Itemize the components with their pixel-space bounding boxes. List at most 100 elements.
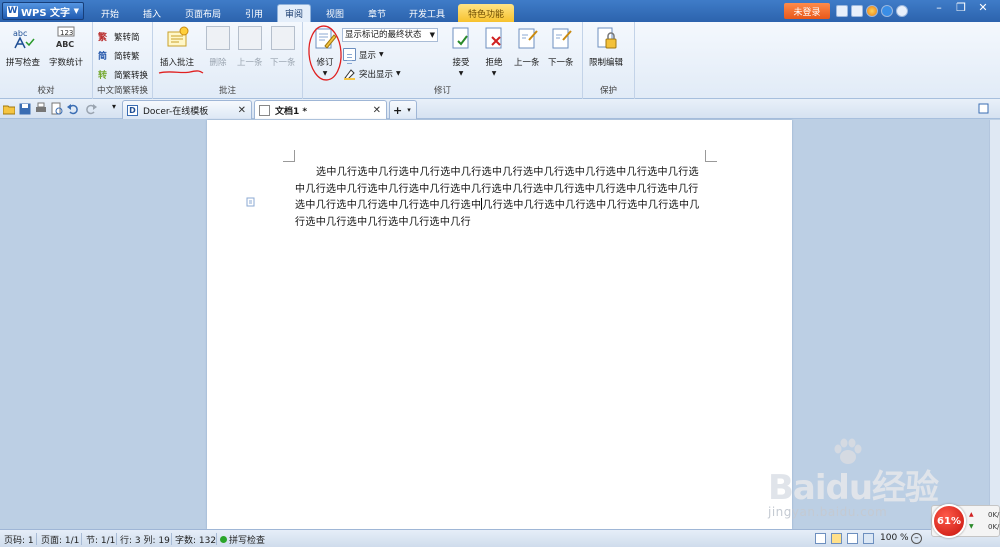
tab-review[interactable]: 审阅 <box>277 4 311 22</box>
tab-start[interactable]: 开始 <box>92 4 128 22</box>
reject-button[interactable]: 拒绝 ▼ <box>482 26 506 77</box>
delete-comment-button[interactable]: 删除 <box>206 26 230 68</box>
restrict-edit-button[interactable]: 限制编辑 <box>589 26 623 68</box>
tab-insert[interactable]: 插入 <box>134 4 170 22</box>
restore-pane-icon[interactable] <box>978 102 990 115</box>
lock-icon <box>594 26 618 50</box>
status-bar: 页码: 1 页面: 1/1 节: 1/1 行: 3 列: 19 字数: 132 … <box>0 529 1000 547</box>
show-markup-icon <box>343 48 356 61</box>
chevron-down-icon: ▼ <box>396 70 401 77</box>
group-label-protect: 保护 <box>599 86 617 96</box>
help-icon[interactable] <box>896 5 908 17</box>
save-icon[interactable] <box>19 102 31 115</box>
spell-check-status[interactable]: 拼写检查 <box>220 533 265 546</box>
convert-icon: 简 <box>98 49 111 62</box>
show-markup-button[interactable]: 显示 ▼ <box>343 48 384 61</box>
arrow-up-icon: ▲ <box>969 511 974 518</box>
document-icon <box>259 104 270 116</box>
restrict-edit-label: 限制编辑 <box>589 58 624 68</box>
restore-button[interactable]: ❐ <box>952 1 970 16</box>
paragraph-marker-icon[interactable] <box>246 197 256 207</box>
tab-page-layout[interactable]: 页面布局 <box>178 4 228 22</box>
previous-comment-button[interactable]: 上一条 <box>237 26 263 68</box>
feedback-icon[interactable] <box>851 5 863 17</box>
display-mode-select[interactable]: 显示标记的最终状态 ▼ <box>342 28 438 42</box>
next-change-button[interactable]: 下一条 <box>548 26 574 68</box>
previous-change-icon <box>515 26 539 50</box>
spell-check-status-label: 拼写检查 <box>229 536 266 546</box>
word-count-button[interactable]: 123 ABC 字数统计 <box>49 26 83 68</box>
zoom-level[interactable]: 100 % <box>880 533 909 543</box>
view-page-icon[interactable] <box>831 533 842 544</box>
vertical-scrollbar[interactable] <box>989 120 1000 529</box>
tab-developer[interactable]: 开发工具 <box>402 4 452 22</box>
margin-corner-mark <box>705 150 717 162</box>
arrow-down-icon: ▼ <box>969 523 974 530</box>
undo-icon[interactable] <box>67 102 79 115</box>
view-web-icon[interactable] <box>863 533 874 544</box>
print-preview-icon[interactable] <box>51 102 63 115</box>
highlight-label: 突出显示 <box>359 69 394 80</box>
customize-toolbar-icon[interactable]: ▾ <box>108 102 120 115</box>
browser-icon[interactable] <box>866 5 878 17</box>
tab-special-features[interactable]: 特色功能 <box>458 4 514 22</box>
next-comment-label: 下一条 <box>270 58 296 68</box>
tab-references[interactable]: 引用 <box>236 4 272 22</box>
watermark-title: Baidu经验 <box>768 468 939 508</box>
status-section: 节: 1/1 <box>86 536 116 546</box>
status-separator <box>216 533 217 545</box>
status-row-col: 行: 3 列: 19 <box>120 536 170 546</box>
minimize-button[interactable]: – <box>930 1 948 16</box>
insert-comment-button[interactable]: 插入批注 <box>160 26 194 68</box>
accept-button[interactable]: 接受 ▼ <box>449 26 473 77</box>
chevron-down-icon: ▼ <box>429 31 435 39</box>
view-fullscreen-icon[interactable] <box>815 533 826 544</box>
to-traditional-button[interactable]: 简 简转繁 <box>98 49 140 62</box>
group-tracking: 修订 ▼ 显示标记的最终状态 ▼ 显示 ▼ 突出显示 ▼ 接受 ▼ 拒绝 ▼ 上… <box>303 22 583 99</box>
svg-text:简: 简 <box>98 50 107 62</box>
new-tab-button[interactable]: + ▾ <box>389 100 417 119</box>
document-body-text[interactable]: 选中几行选中几行选中几行选中几行选中几行选中几行选中几行选中几行选中几行选中几行… <box>295 165 707 231</box>
close-icon[interactable]: ✕ <box>238 105 246 116</box>
doc-tab-document1[interactable]: 文档1 * ✕ <box>254 100 387 119</box>
open-folder-icon[interactable] <box>2 102 16 115</box>
network-usage-badge[interactable]: 61% <box>932 504 966 538</box>
status-pages: 页面: 1/1 <box>41 536 80 546</box>
login-button[interactable]: 未登录 <box>784 3 830 19</box>
word-count-icon: 123 ABC <box>54 26 78 50</box>
arrow-left-icon <box>237 26 262 50</box>
group-chinese-convert: 繁 繁转简 简 简转繁 转 简繁转换 中文简繁转换 <box>93 22 153 99</box>
document-tab-bar: ▾ D Docer-在线模板 ✕ 文档1 * ✕ + ▾ <box>0 99 1000 119</box>
spell-check-label: 拼写检查 <box>6 58 41 68</box>
doc-tab-docer[interactable]: D Docer-在线模板 ✕ <box>122 100 252 119</box>
wps-logo-icon: W <box>7 5 18 17</box>
watermark-url: jingyan.baidu.com <box>768 505 888 519</box>
group-label-comments: 批注 <box>218 86 236 96</box>
convert-button[interactable]: 转 简繁转换 <box>98 68 148 81</box>
baidu-watermark: Baidu经验 jingyan.baidu.com <box>768 438 948 528</box>
app-menu-button[interactable]: W WPS 文字 ▼ <box>2 2 84 20</box>
view-outline-icon[interactable] <box>847 533 858 544</box>
ribbon-review: abc 拼写检查 123 ABC 字数统计 校对 繁 繁转简 简 简转繁 转 简繁… <box>0 22 1000 99</box>
next-comment-button[interactable]: 下一条 <box>270 26 296 68</box>
close-window-button[interactable]: ✕ <box>974 1 992 16</box>
tab-view[interactable]: 视图 <box>317 4 353 22</box>
chevron-down-icon: ▼ <box>379 51 384 58</box>
sync-icon[interactable] <box>881 5 893 17</box>
previous-change-button[interactable]: 上一条 <box>514 26 540 68</box>
redo-icon[interactable] <box>85 102 97 115</box>
svg-text:ABC: ABC <box>56 40 74 49</box>
spell-check-icon: abc <box>11 26 35 50</box>
to-simplified-button[interactable]: 繁 繁转简 <box>97 30 140 43</box>
tab-chapter[interactable]: 章节 <box>359 4 395 22</box>
print-icon[interactable] <box>35 102 47 115</box>
highlight-button[interactable]: 突出显示 ▼ <box>343 67 401 80</box>
next-change-label: 下一条 <box>548 58 574 68</box>
status-dot-icon <box>220 536 227 543</box>
zoom-out-icon[interactable]: – <box>911 533 922 544</box>
document-page[interactable]: 选中几行选中几行选中几行选中几行选中几行选中几行选中几行选中几行选中几行选中几行… <box>207 120 792 529</box>
close-icon[interactable]: ✕ <box>373 105 381 116</box>
red-circle-annotation <box>308 25 342 81</box>
skin-icon[interactable] <box>836 5 848 17</box>
spell-check-button[interactable]: abc 拼写检查 <box>6 26 40 68</box>
